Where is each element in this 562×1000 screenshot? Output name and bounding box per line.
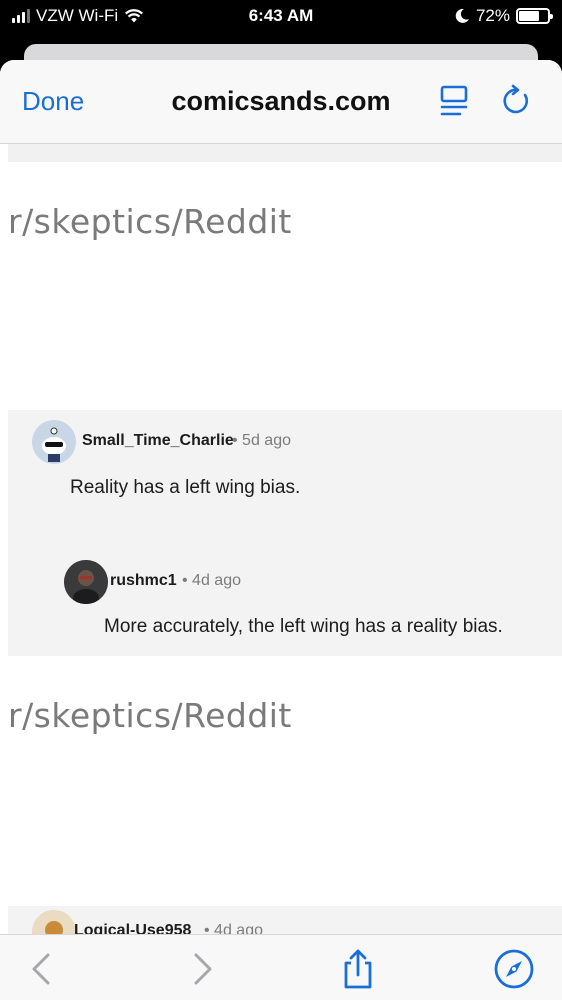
battery-fill	[519, 11, 540, 21]
comment-screenshot: Logical-Use958 • 4d ago	[8, 906, 562, 934]
source-label: r/skeptics/Reddit	[8, 696, 292, 735]
browser-sheet: Done comicsands.com r/skeptics/Reddit Sm…	[0, 60, 562, 1000]
compass-icon[interactable]	[492, 947, 536, 991]
reader-mode-icon[interactable]	[438, 84, 470, 118]
comment-screenshot: Small_Time_Charlie • 5d ago Reality has …	[8, 410, 562, 656]
comment-age: • 5d ago	[232, 432, 291, 449]
page-content: r/skeptics/Reddit Small_Time_Charlie • 5…	[0, 144, 562, 934]
site-title: comicsands.com	[171, 86, 391, 116]
comment-text: More accurately, the left wing has a rea…	[104, 616, 503, 637]
status-bar: VZW Wi-Fi 6:43 AM 72%	[0, 0, 562, 34]
back-icon[interactable]	[20, 947, 64, 991]
comment-username[interactable]: rushmc1	[110, 572, 177, 590]
avatar	[64, 560, 108, 604]
comment-username[interactable]: Small_Time_Charlie	[82, 432, 234, 450]
status-right: 72%	[454, 6, 553, 26]
browser-toolbar	[0, 934, 562, 1000]
battery-icon	[516, 8, 553, 24]
forward-icon[interactable]	[180, 947, 224, 991]
user-photo-icon	[64, 560, 108, 604]
comment-username[interactable]: Logical-Use958	[74, 922, 191, 934]
avatar	[32, 910, 76, 934]
comment-text: Reality has a left wing bias.	[70, 477, 301, 498]
avatar	[32, 420, 76, 464]
snoo-avatar-icon	[32, 910, 76, 934]
comment-age: • 4d ago	[204, 922, 263, 934]
reload-icon[interactable]	[500, 84, 534, 118]
snoo-avatar-icon	[32, 420, 76, 464]
moon-icon	[455, 8, 469, 23]
browser-nav-bar: Done comicsands.com	[0, 60, 562, 144]
battery-percent: 72%	[475, 6, 510, 25]
comment-age: • 4d ago	[182, 572, 241, 589]
share-icon[interactable]	[336, 947, 380, 991]
previous-image-strip	[8, 144, 562, 162]
source-label: r/skeptics/Reddit	[8, 202, 292, 241]
